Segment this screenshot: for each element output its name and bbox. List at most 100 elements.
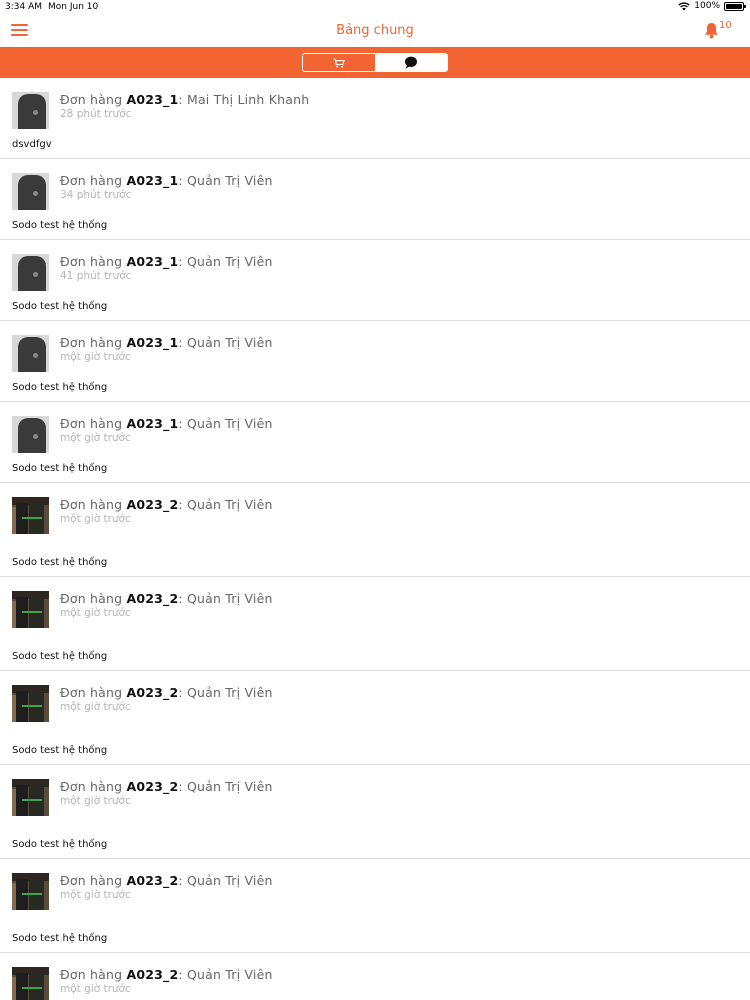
order-prefix: Đơn hàng	[60, 591, 127, 606]
list-item[interactable]: Đơn hàng A023_2: Quản Trị Viên một giờ tr…	[0, 953, 750, 1000]
list-item[interactable]: Đơn hàng A023_1: Quản Trị Viên 41 phút tr…	[0, 240, 750, 321]
tab-comments[interactable]	[375, 54, 447, 71]
item-heading: Đơn hàng A023_2: Quản Trị Viên	[60, 591, 273, 606]
order-code: A023_2	[126, 591, 179, 606]
order-code: A023_2	[126, 779, 179, 794]
author-name: : Quản Trị Viên	[178, 967, 273, 982]
list-item[interactable]: Đơn hàng A023_1: Mai Thị Linh Khanh 28 ph…	[0, 78, 750, 159]
author-name: : Mai Thị Linh Khanh	[178, 92, 310, 107]
list-item[interactable]: Đơn hàng A023_2: Quản Trị Viên một giờ tr…	[0, 671, 750, 765]
message-text: Sodo test hệ thống	[12, 557, 108, 568]
order-code: A023_2	[126, 873, 179, 888]
order-code: A023_2	[126, 967, 179, 982]
chat-bubble-icon	[405, 56, 418, 69]
timestamp: một giờ trước	[60, 983, 131, 995]
list-item[interactable]: Đơn hàng A023_1: Quản Trị Viên 34 phút tr…	[0, 159, 750, 240]
order-code: A023_1	[126, 416, 179, 431]
status-date: Mon Jun 10	[48, 2, 99, 12]
order-code: A023_1	[126, 92, 179, 107]
order-prefix: Đơn hàng	[60, 173, 127, 188]
order-code: A023_2	[126, 497, 179, 512]
author-name: : Quản Trị Viên	[178, 591, 273, 606]
author-name: : Quản Trị Viên	[178, 173, 273, 188]
product-thumbnail	[12, 416, 49, 453]
timestamp: một giờ trước	[60, 889, 131, 901]
message-text: Sodo test hệ thống	[12, 301, 108, 312]
battery-icon	[724, 1, 746, 11]
item-heading: Đơn hàng A023_2: Quản Trị Viên	[60, 873, 273, 888]
order-code: A023_1	[126, 254, 179, 269]
battery-percent: 100%	[694, 1, 720, 11]
product-thumbnail	[12, 497, 49, 534]
item-heading: Đơn hàng A023_1: Quản Trị Viên	[60, 173, 273, 188]
timestamp: 34 phút trước	[60, 189, 132, 201]
timestamp: một giờ trước	[60, 701, 131, 713]
order-prefix: Đơn hàng	[60, 92, 127, 107]
timestamp: 41 phút trước	[60, 270, 132, 282]
list-item[interactable]: Đơn hàng A023_2: Quản Trị Viên một giờ tr…	[0, 577, 750, 671]
order-prefix: Đơn hàng	[60, 685, 127, 700]
list-item[interactable]: Đơn hàng A023_2: Quản Trị Viên một giờ tr…	[0, 483, 750, 577]
bell-icon	[705, 23, 718, 39]
status-time: 3:34 AM	[5, 2, 42, 12]
order-code: A023_1	[126, 173, 179, 188]
item-heading: Đơn hàng A023_1: Mai Thị Linh Khanh	[60, 92, 309, 107]
status-right: 100%	[678, 1, 746, 11]
product-thumbnail	[12, 967, 49, 1000]
timestamp: một giờ trước	[60, 432, 131, 444]
wifi-icon	[678, 1, 690, 11]
message-text: Sodo test hệ thống	[12, 651, 108, 662]
product-thumbnail	[12, 779, 49, 816]
product-thumbnail	[12, 335, 49, 372]
order-prefix: Đơn hàng	[60, 779, 127, 794]
author-name: : Quản Trị Viên	[178, 416, 273, 431]
item-heading: Đơn hàng A023_2: Quản Trị Viên	[60, 497, 273, 512]
product-thumbnail	[12, 92, 49, 129]
timestamp: 28 phút trước	[60, 108, 132, 120]
comment-list: Đơn hàng A023_1: Mai Thị Linh Khanh 28 ph…	[0, 78, 750, 1000]
message-text: Sodo test hệ thống	[12, 220, 108, 231]
item-heading: Đơn hàng A023_2: Quản Trị Viên	[60, 967, 273, 982]
order-prefix: Đơn hàng	[60, 335, 127, 350]
tab-orders[interactable]	[303, 54, 376, 71]
order-prefix: Đơn hàng	[60, 254, 127, 269]
cart-icon	[333, 57, 345, 67]
message-text: dsvdfgv	[12, 139, 52, 150]
item-heading: Đơn hàng A023_1: Quản Trị Viên	[60, 335, 273, 350]
list-item[interactable]: Đơn hàng A023_2: Quản Trị Viên một giờ tr…	[0, 765, 750, 859]
list-item[interactable]: Đơn hàng A023_2: Quản Trị Viên một giờ tr…	[0, 859, 750, 953]
status-bar: 3:34 AM Mon Jun 10 100%	[0, 0, 750, 14]
item-heading: Đơn hàng A023_1: Quản Trị Viên	[60, 416, 273, 431]
notification-badge: 10	[719, 20, 732, 31]
message-text: Sodo test hệ thống	[12, 463, 108, 474]
timestamp: một giờ trước	[60, 795, 131, 807]
author-name: : Quản Trị Viên	[178, 497, 273, 512]
product-thumbnail	[12, 873, 49, 910]
product-thumbnail	[12, 173, 49, 210]
order-prefix: Đơn hàng	[60, 416, 127, 431]
timestamp: một giờ trước	[60, 513, 131, 525]
page-title: Bảng chung	[336, 23, 414, 38]
author-name: : Quản Trị Viên	[178, 779, 273, 794]
view-segmented-control	[302, 53, 448, 72]
message-text: Sodo test hệ thống	[12, 839, 108, 850]
list-item[interactable]: Đơn hàng A023_1: Quản Trị Viên một giờ tr…	[0, 321, 750, 402]
timestamp: một giờ trước	[60, 607, 131, 619]
product-thumbnail	[12, 591, 49, 628]
author-name: : Quản Trị Viên	[178, 335, 273, 350]
list-item[interactable]: Đơn hàng A023_1: Quản Trị Viên một giờ tr…	[0, 402, 750, 483]
order-prefix: Đơn hàng	[60, 873, 127, 888]
author-name: : Quản Trị Viên	[178, 873, 273, 888]
nav-bar: Bảng chung 10	[0, 14, 750, 47]
product-thumbnail	[12, 685, 49, 722]
segment-bar	[0, 47, 750, 78]
timestamp: một giờ trước	[60, 351, 131, 363]
notifications-button[interactable]: 10	[704, 20, 732, 42]
message-text: Sodo test hệ thống	[12, 933, 108, 944]
order-prefix: Đơn hàng	[60, 967, 127, 982]
item-heading: Đơn hàng A023_2: Quản Trị Viên	[60, 779, 273, 794]
product-thumbnail	[12, 254, 49, 291]
item-heading: Đơn hàng A023_2: Quản Trị Viên	[60, 685, 273, 700]
author-name: : Quản Trị Viên	[178, 254, 273, 269]
order-code: A023_1	[126, 335, 179, 350]
